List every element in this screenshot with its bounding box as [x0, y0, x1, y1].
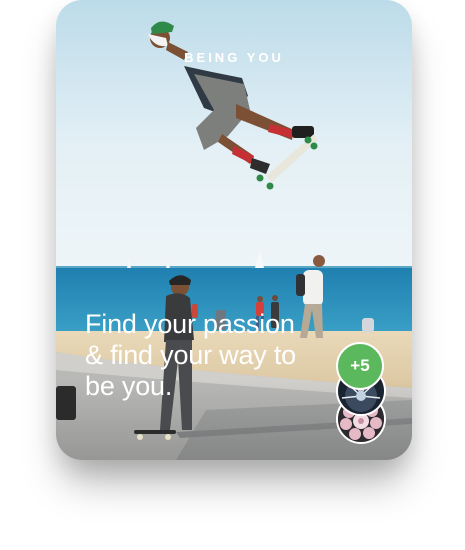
- card-kicker: BEING YOU: [184, 50, 284, 65]
- story-card[interactable]: BEING YOU Find your passion & find your …: [56, 0, 412, 460]
- more-people-badge[interactable]: +5: [336, 342, 384, 390]
- card-headline: Find your passion & find your way to be …: [85, 309, 297, 401]
